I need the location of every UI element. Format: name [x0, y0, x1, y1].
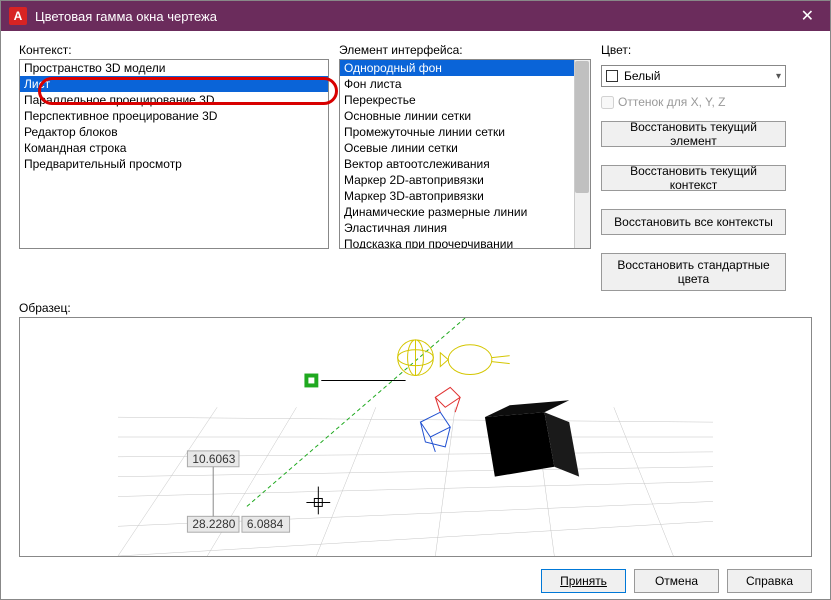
app-icon: A — [9, 7, 27, 25]
element-item[interactable]: Эластичная линия — [340, 220, 590, 236]
svg-text:6.0884: 6.0884 — [247, 517, 284, 531]
element-item[interactable]: Однородный фон — [340, 60, 590, 76]
element-item[interactable]: Маркер 2D-автопривязки — [340, 172, 590, 188]
context-listbox[interactable]: Пространство 3D модели Лист Параллельное… — [19, 59, 329, 249]
context-item[interactable]: Перспективное проецирование 3D — [20, 108, 328, 124]
restore-context-button[interactable]: Восстановить текущий контекст — [601, 165, 786, 191]
context-item[interactable]: Параллельное проецирование 3D — [20, 92, 328, 108]
element-item[interactable]: Основные линии сетки — [340, 108, 590, 124]
element-item[interactable]: Маркер 3D-автопривязки — [340, 188, 590, 204]
element-listbox[interactable]: Однородный фон Фон листа Перекрестье Осн… — [339, 59, 591, 249]
window-title: Цветовая гамма окна чертежа — [35, 9, 793, 24]
element-item[interactable]: Подсказка при прочерчивании — [340, 236, 590, 249]
svg-text:28.2280: 28.2280 — [192, 517, 235, 531]
accept-button[interactable]: Принять — [541, 569, 626, 593]
scroll-thumb[interactable] — [575, 61, 589, 193]
close-icon[interactable]: ✕ — [793, 6, 822, 26]
context-item[interactable]: Предварительный просмотр — [20, 156, 328, 172]
context-item[interactable]: Редактор блоков — [20, 124, 328, 140]
context-item[interactable]: Пространство 3D модели — [20, 60, 328, 76]
color-swatch — [606, 70, 618, 82]
element-item[interactable]: Промежуточные линии сетки — [340, 124, 590, 140]
scrollbar[interactable] — [574, 60, 590, 248]
title-bar: A Цветовая гамма окна чертежа ✕ — [1, 1, 830, 31]
chevron-down-icon: ▾ — [776, 71, 781, 82]
sample-label: Образец: — [19, 301, 812, 315]
restore-element-button[interactable]: Восстановить текущий элемент — [601, 121, 786, 147]
cancel-button[interactable]: Отмена — [634, 569, 719, 593]
preview-panel: 10.6063 28.2280 6.0884 — [19, 317, 812, 557]
color-label: Цвет: — [601, 43, 786, 57]
color-dropdown[interactable]: Белый ▾ — [601, 65, 786, 87]
element-item[interactable]: Вектор автоотслеживания — [340, 156, 590, 172]
restore-all-contexts-button[interactable]: Восстановить все контексты — [601, 209, 786, 235]
element-item[interactable]: Динамические размерные линии — [340, 204, 590, 220]
context-label: Контекст: — [19, 43, 329, 57]
context-item[interactable]: Командная строка — [20, 140, 328, 156]
element-label: Элемент интерфейса: — [339, 43, 591, 57]
element-item[interactable]: Осевые линии сетки — [340, 140, 590, 156]
tint-label: Оттенок для X, Y, Z — [618, 95, 726, 109]
context-item[interactable]: Лист — [20, 76, 328, 92]
svg-text:10.6063: 10.6063 — [192, 452, 235, 466]
tint-checkbox-row: Оттенок для X, Y, Z — [601, 93, 786, 115]
tint-checkbox — [601, 96, 614, 109]
help-button[interactable]: Справка — [727, 569, 812, 593]
element-item[interactable]: Перекрестье — [340, 92, 590, 108]
restore-standard-button[interactable]: Восстановить стандартные цвета — [601, 253, 786, 291]
color-name: Белый — [624, 69, 660, 83]
dialog-content: Контекст: Пространство 3D модели Лист Па… — [1, 31, 830, 591]
element-item[interactable]: Фон листа — [340, 76, 590, 92]
